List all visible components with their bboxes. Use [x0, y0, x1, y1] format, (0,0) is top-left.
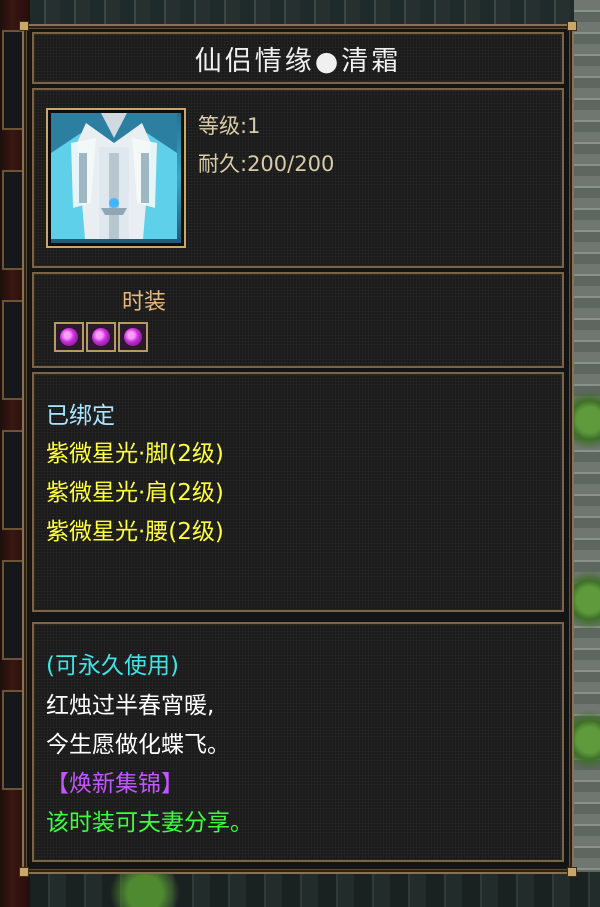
- corner-ornament: [567, 867, 577, 877]
- item-description-section: (可永久使用) 红烛过半春宵暖, 今生愿做化蝶飞。 【焕新集锦】 该时装可夫妻分…: [32, 622, 564, 862]
- foliage: [100, 872, 190, 907]
- stone-floor-background: [574, 0, 600, 907]
- corner-ornament: [19, 867, 29, 877]
- usage-note: (可永久使用): [46, 653, 179, 679]
- attribute-line: 紫微星光·肩(2级): [46, 480, 224, 506]
- poem-line: 今生愿做化蝶飞。: [46, 732, 230, 758]
- poem-line: 红烛过半春宵暖,: [46, 693, 215, 719]
- item-icon-frame: [46, 108, 186, 248]
- attribute-line: 紫微星光·腰(2级): [46, 519, 224, 545]
- item-tooltip-panel: 仙侣情缘●清霜 等级:1 耐久:200/200 时装 已绑定 紫微星光·脚(2级…: [19, 21, 577, 877]
- item-type-section: 时装: [32, 272, 564, 368]
- item-type-label: 时装: [122, 290, 167, 315]
- foliage: [574, 700, 600, 780]
- item-title-bar: 仙侣情缘●清霜: [32, 32, 564, 84]
- corner-ornament: [567, 21, 577, 31]
- purple-gem-icon: [86, 322, 116, 352]
- attribute-line: 紫微星光·脚(2级): [46, 441, 224, 467]
- purple-gem-icon: [54, 322, 84, 352]
- series-label: 【焕新集锦】: [46, 771, 184, 797]
- item-level: 等级:1: [198, 114, 261, 138]
- item-durability: 耐久:200/200: [198, 152, 335, 176]
- item-attributes-section: 已绑定 紫微星光·脚(2级) 紫微星光·肩(2级) 紫微星光·腰(2级): [32, 372, 564, 612]
- item-title: 仙侣情缘●清霜: [194, 45, 402, 77]
- bound-status: 已绑定: [46, 403, 115, 429]
- corner-ornament: [19, 21, 29, 31]
- share-note: 该时装可夫妻分享。: [46, 810, 253, 836]
- foliage: [574, 560, 600, 640]
- purple-gem-icon: [118, 322, 148, 352]
- item-info-section: 等级:1 耐久:200/200: [32, 88, 564, 268]
- roof-tiles-background: [30, 872, 600, 907]
- gem-sockets: [54, 322, 148, 352]
- white-blue-robe-costume-icon: [51, 113, 181, 243]
- foliage: [574, 380, 600, 460]
